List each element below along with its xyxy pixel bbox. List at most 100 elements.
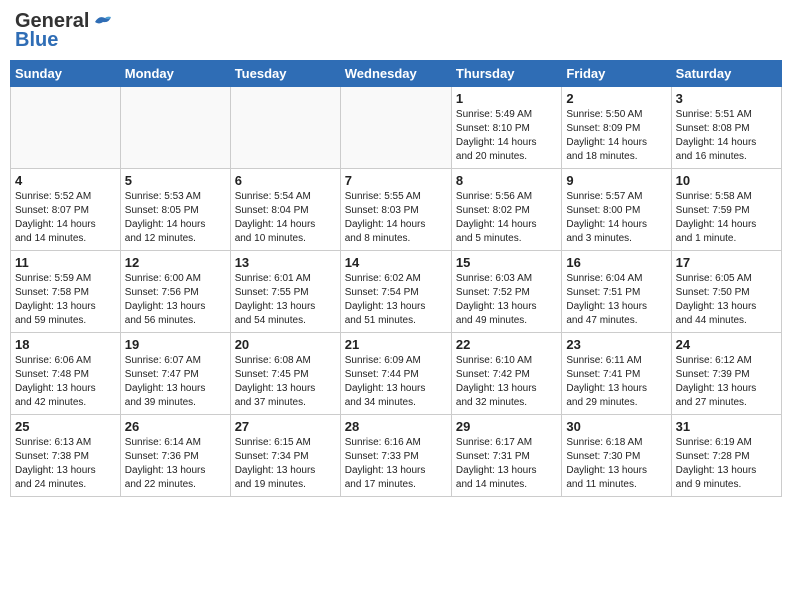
weekday-header-thursday: Thursday: [451, 61, 561, 87]
calendar-day-25: 25 Sunrise: 6:13 AM Sunset: 7:38 PM Dayli…: [11, 415, 121, 497]
calendar-day-28: 28 Sunrise: 6:16 AM Sunset: 7:33 PM Dayli…: [340, 415, 451, 497]
calendar-table: SundayMondayTuesdayWednesdayThursdayFrid…: [10, 60, 782, 497]
calendar-day-22: 22 Sunrise: 6:10 AM Sunset: 7:42 PM Dayli…: [451, 333, 561, 415]
day-info: Sunrise: 5:51 AM Sunset: 8:08 PM Dayligh…: [676, 108, 777, 164]
day-number: 11: [15, 255, 116, 270]
day-number: 16: [566, 255, 666, 270]
day-number: 2: [566, 91, 666, 106]
day-number: 24: [676, 337, 777, 352]
day-number: 20: [235, 337, 336, 352]
calendar-day-16: 16 Sunrise: 6:04 AM Sunset: 7:51 PM Dayli…: [562, 251, 671, 333]
calendar-day-23: 23Sunrise: 6:11 AM Sunset: 7:41 PM Dayli…: [562, 333, 671, 415]
weekday-header-monday: Monday: [120, 61, 230, 87]
day-info: Sunrise: 6:14 AM Sunset: 7:36 PM Dayligh…: [125, 436, 226, 492]
day-number: 21: [345, 337, 447, 352]
day-number: 31: [676, 419, 777, 434]
calendar-day-14: 14 Sunrise: 6:02 AM Sunset: 7:54 PM Dayli…: [340, 251, 451, 333]
page-header: General Blue: [10, 10, 782, 52]
day-number: 27: [235, 419, 336, 434]
calendar-day-29: 29 Sunrise: 6:17 AM Sunset: 7:31 PM Dayli…: [451, 415, 561, 497]
day-number: 9: [566, 173, 666, 188]
logo: General Blue: [15, 10, 113, 52]
logo-bird-icon: [91, 13, 113, 31]
calendar-header-row: SundayMondayTuesdayWednesdayThursdayFrid…: [11, 61, 782, 87]
day-info: Sunrise: 6:01 AM Sunset: 7:55 PM Dayligh…: [235, 272, 336, 328]
day-number: 26: [125, 419, 226, 434]
day-info: Sunrise: 6:08 AM Sunset: 7:45 PM Dayligh…: [235, 354, 336, 410]
day-info: Sunrise: 6:19 AM Sunset: 7:28 PM Dayligh…: [676, 436, 777, 492]
day-info: Sunrise: 5:55 AM Sunset: 8:03 PM Dayligh…: [345, 190, 447, 246]
calendar-day-12: 12 Sunrise: 6:00 AM Sunset: 7:56 PM Dayli…: [120, 251, 230, 333]
day-number: 25: [15, 419, 116, 434]
calendar-day-18: 18 Sunrise: 6:06 AM Sunset: 7:48 PM Dayli…: [11, 333, 121, 415]
day-info: Sunrise: 6:07 AM Sunset: 7:47 PM Dayligh…: [125, 354, 226, 410]
calendar-empty-cell: [11, 87, 121, 169]
day-info: Sunrise: 6:13 AM Sunset: 7:38 PM Dayligh…: [15, 436, 116, 492]
day-number: 14: [345, 255, 447, 270]
day-info: Sunrise: 6:02 AM Sunset: 7:54 PM Dayligh…: [345, 272, 447, 328]
day-number: 12: [125, 255, 226, 270]
day-info: Sunrise: 6:06 AM Sunset: 7:48 PM Dayligh…: [15, 354, 116, 410]
calendar-week-row: 25 Sunrise: 6:13 AM Sunset: 7:38 PM Dayli…: [11, 415, 782, 497]
day-number: 23: [566, 337, 666, 352]
calendar-empty-cell: [120, 87, 230, 169]
day-number: 10: [676, 173, 777, 188]
calendar-week-row: 1 Sunrise: 5:49 AM Sunset: 8:10 PM Daylig…: [11, 87, 782, 169]
day-info: Sunrise: 6:09 AM Sunset: 7:44 PM Dayligh…: [345, 354, 447, 410]
calendar-week-row: 4Sunrise: 5:52 AM Sunset: 8:07 PM Daylig…: [11, 169, 782, 251]
day-number: 28: [345, 419, 447, 434]
day-info: Sunrise: 6:15 AM Sunset: 7:34 PM Dayligh…: [235, 436, 336, 492]
logo-blue: Blue: [15, 29, 58, 52]
day-number: 19: [125, 337, 226, 352]
calendar-day-15: 15 Sunrise: 6:03 AM Sunset: 7:52 PM Dayli…: [451, 251, 561, 333]
calendar-day-8: 8Sunrise: 5:56 AM Sunset: 8:02 PM Daylig…: [451, 169, 561, 251]
day-number: 29: [456, 419, 557, 434]
day-info: Sunrise: 5:49 AM Sunset: 8:10 PM Dayligh…: [456, 108, 557, 164]
day-info: Sunrise: 6:04 AM Sunset: 7:51 PM Dayligh…: [566, 272, 666, 328]
weekday-header-sunday: Sunday: [11, 61, 121, 87]
calendar-day-4: 4Sunrise: 5:52 AM Sunset: 8:07 PM Daylig…: [11, 169, 121, 251]
calendar-day-5: 5 Sunrise: 5:53 AM Sunset: 8:05 PM Daylig…: [120, 169, 230, 251]
day-info: Sunrise: 5:57 AM Sunset: 8:00 PM Dayligh…: [566, 190, 666, 246]
calendar-day-3: 3 Sunrise: 5:51 AM Sunset: 8:08 PM Daylig…: [671, 87, 781, 169]
calendar-day-30: 30 Sunrise: 6:18 AM Sunset: 7:30 PM Dayli…: [562, 415, 671, 497]
calendar-day-27: 27 Sunrise: 6:15 AM Sunset: 7:34 PM Dayli…: [230, 415, 340, 497]
day-number: 7: [345, 173, 447, 188]
day-info: Sunrise: 6:12 AM Sunset: 7:39 PM Dayligh…: [676, 354, 777, 410]
weekday-header-friday: Friday: [562, 61, 671, 87]
day-number: 1: [456, 91, 557, 106]
calendar-empty-cell: [340, 87, 451, 169]
day-info: Sunrise: 5:58 AM Sunset: 7:59 PM Dayligh…: [676, 190, 777, 246]
day-info: Sunrise: 6:18 AM Sunset: 7:30 PM Dayligh…: [566, 436, 666, 492]
day-info: Sunrise: 6:03 AM Sunset: 7:52 PM Dayligh…: [456, 272, 557, 328]
day-number: 3: [676, 91, 777, 106]
day-number: 17: [676, 255, 777, 270]
day-info: Sunrise: 5:50 AM Sunset: 8:09 PM Dayligh…: [566, 108, 666, 164]
calendar-day-19: 19 Sunrise: 6:07 AM Sunset: 7:47 PM Dayli…: [120, 333, 230, 415]
calendar-day-20: 20 Sunrise: 6:08 AM Sunset: 7:45 PM Dayli…: [230, 333, 340, 415]
day-info: Sunrise: 6:17 AM Sunset: 7:31 PM Dayligh…: [456, 436, 557, 492]
day-info: Sunrise: 5:53 AM Sunset: 8:05 PM Dayligh…: [125, 190, 226, 246]
day-info: Sunrise: 6:16 AM Sunset: 7:33 PM Dayligh…: [345, 436, 447, 492]
day-info: Sunrise: 6:05 AM Sunset: 7:50 PM Dayligh…: [676, 272, 777, 328]
calendar-day-13: 13Sunrise: 6:01 AM Sunset: 7:55 PM Dayli…: [230, 251, 340, 333]
calendar-empty-cell: [230, 87, 340, 169]
calendar-day-21: 21 Sunrise: 6:09 AM Sunset: 7:44 PM Dayli…: [340, 333, 451, 415]
calendar-day-10: 10 Sunrise: 5:58 AM Sunset: 7:59 PM Dayli…: [671, 169, 781, 251]
day-info: Sunrise: 5:59 AM Sunset: 7:58 PM Dayligh…: [15, 272, 116, 328]
calendar-day-1: 1 Sunrise: 5:49 AM Sunset: 8:10 PM Daylig…: [451, 87, 561, 169]
calendar-day-24: 24 Sunrise: 6:12 AM Sunset: 7:39 PM Dayli…: [671, 333, 781, 415]
calendar-day-11: 11 Sunrise: 5:59 AM Sunset: 7:58 PM Dayli…: [11, 251, 121, 333]
day-info: Sunrise: 6:10 AM Sunset: 7:42 PM Dayligh…: [456, 354, 557, 410]
day-number: 18: [15, 337, 116, 352]
day-number: 30: [566, 419, 666, 434]
calendar-week-row: 11 Sunrise: 5:59 AM Sunset: 7:58 PM Dayli…: [11, 251, 782, 333]
calendar-day-17: 17 Sunrise: 6:05 AM Sunset: 7:50 PM Dayli…: [671, 251, 781, 333]
day-number: 22: [456, 337, 557, 352]
calendar-week-row: 18 Sunrise: 6:06 AM Sunset: 7:48 PM Dayli…: [11, 333, 782, 415]
day-info: Sunrise: 6:00 AM Sunset: 7:56 PM Dayligh…: [125, 272, 226, 328]
day-number: 15: [456, 255, 557, 270]
day-number: 6: [235, 173, 336, 188]
day-number: 5: [125, 173, 226, 188]
weekday-header-saturday: Saturday: [671, 61, 781, 87]
